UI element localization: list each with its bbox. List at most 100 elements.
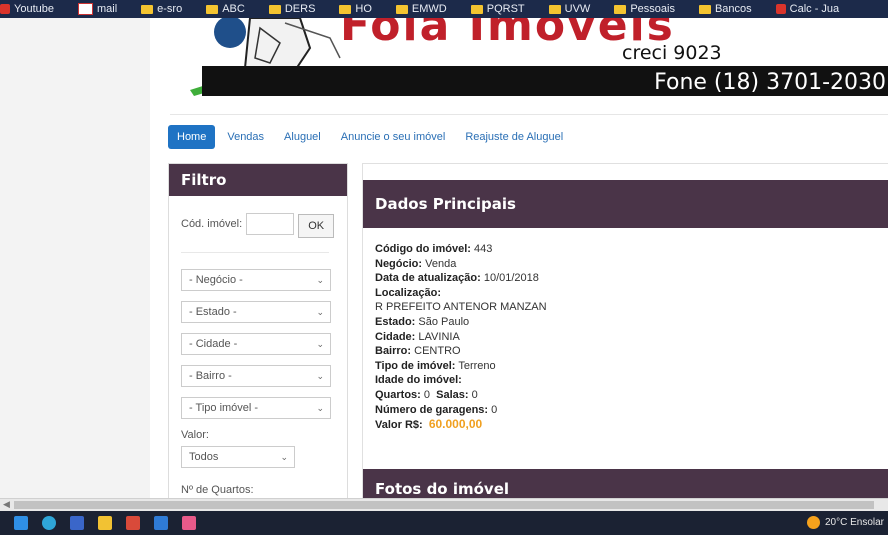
nav-vendas[interactable]: Vendas xyxy=(219,126,272,148)
price-value: 60.000,00 xyxy=(428,417,483,432)
folder-icon xyxy=(206,4,219,14)
site-header: Fola Imóveis creci 9023 Fone (18) 3701-2… xyxy=(170,18,888,100)
start-icon[interactable] xyxy=(14,516,28,530)
main-panel: Dados Principais Código do imóvel: 443 N… xyxy=(362,163,888,498)
bairro-select[interactable]: - Bairro - ⌄ xyxy=(181,365,331,387)
cidade-value: LAVINIA xyxy=(418,330,460,343)
calc-icon xyxy=(775,4,786,14)
bookmark-pqrst[interactable]: PQRST xyxy=(470,3,525,15)
quartos-label: Quartos: xyxy=(375,388,421,401)
chevron-down-icon: ⌄ xyxy=(280,452,288,462)
chrome-icon[interactable] xyxy=(126,516,140,530)
folder-icon xyxy=(470,4,483,14)
left-gutter xyxy=(0,18,150,498)
filter-panel: Filtro Cód. imóvel: OK - Negócio - ⌄ - Es… xyxy=(168,163,348,498)
bairro-label: Bairro: xyxy=(375,345,412,358)
valor-label: Valor R$: xyxy=(375,419,423,432)
valor-label: Valor: xyxy=(181,429,209,441)
header-divider xyxy=(170,114,888,115)
negocio-select-value: - Negócio - xyxy=(189,274,243,286)
sun-icon xyxy=(806,516,820,529)
filter-divider xyxy=(181,252,329,253)
bookmark-calc[interactable]: Calc - Jua xyxy=(775,3,839,15)
weather-text[interactable]: 20°C Ensolar xyxy=(825,517,884,528)
bookmark-pessoais[interactable]: Pessoais xyxy=(614,3,675,15)
folder-icon xyxy=(339,4,352,14)
estado-value: São Paulo xyxy=(418,315,470,328)
estado-label: Estado: xyxy=(375,315,416,328)
fotos-title: Fotos do imóvel xyxy=(363,469,888,498)
bookmark-ders[interactable]: DERS xyxy=(268,3,315,15)
valor-select-value: Todos xyxy=(189,451,219,463)
atualizacao-row: Data de atualização: 10/01/2018 xyxy=(375,271,547,286)
calculator-icon[interactable] xyxy=(70,516,84,530)
nav-anuncie[interactable]: Anuncie o seu imóvel xyxy=(333,126,454,148)
folder-icon xyxy=(268,4,281,14)
tipo-value: Terreno xyxy=(458,359,496,372)
horizontal-scrollbar[interactable]: ◀ xyxy=(0,498,888,511)
nav-home[interactable]: Home xyxy=(168,125,216,149)
localizacao-row: Localização: xyxy=(375,286,547,301)
atualizacao-label: Data de atualização: xyxy=(375,272,481,285)
idade-label: Idade do imóvel: xyxy=(375,374,462,387)
garagens-value: 0 xyxy=(491,403,498,416)
bookmark-emwd[interactable]: EMWD xyxy=(395,3,447,15)
valor-select[interactable]: Todos ⌄ xyxy=(181,446,295,468)
nav-aluguel[interactable]: Aluguel xyxy=(276,126,329,148)
folder-icon[interactable] xyxy=(98,516,112,530)
garagens-label: Número de garagens: xyxy=(375,403,489,416)
idade-row: Idade do imóvel: xyxy=(375,373,547,388)
codigo-value: 443 xyxy=(474,243,493,255)
bookmark-uvw[interactable]: UVW xyxy=(548,3,590,15)
bookmarks-bar: Youtube mail e-sro ABC DERS HO EMWD PQRS… xyxy=(0,0,888,18)
youtube-icon xyxy=(0,4,10,14)
atualizacao-value: 10/01/2018 xyxy=(483,272,539,285)
bookmark-e-sro[interactable]: e-sro xyxy=(141,3,182,15)
cidade-select-value: - Cidade - xyxy=(189,338,238,350)
page: Fola Imóveis creci 9023 Fone (18) 3701-2… xyxy=(150,18,888,498)
creci-text: creci 9023 xyxy=(622,42,722,64)
tipo-row: Tipo de imóvel: Terreno xyxy=(375,359,547,374)
negocio-select[interactable]: - Negócio - ⌄ xyxy=(181,269,331,291)
taskbar: 20°C Ensolar xyxy=(0,511,888,535)
bairro-value: CENTRO xyxy=(414,345,461,358)
word-icon[interactable] xyxy=(154,516,168,530)
estado-select[interactable]: - Estado - ⌄ xyxy=(181,301,331,323)
bairro-select-value: - Bairro - xyxy=(189,370,232,382)
folder-icon xyxy=(395,4,408,14)
salas-label: Salas: xyxy=(436,388,469,401)
folder-icon xyxy=(698,4,711,14)
scroll-left-icon[interactable]: ◀ xyxy=(3,499,10,510)
valor-row: Valor R$: 60.000,00 xyxy=(375,417,547,433)
folder-icon xyxy=(548,4,561,14)
ok-button[interactable]: OK xyxy=(298,214,335,238)
edge-icon[interactable] xyxy=(42,516,56,530)
chevron-down-icon: ⌄ xyxy=(316,371,324,381)
endereco-row: R PREFEITO ANTENOR MANZAN xyxy=(375,301,547,314)
quartos-salas-row: Quartos: 0 Salas: 0 xyxy=(375,388,547,403)
cod-input[interactable] xyxy=(246,213,295,235)
chevron-down-icon: ⌄ xyxy=(316,339,324,349)
cod-label: Cód. imóvel: xyxy=(181,218,243,230)
system-tray: 20°C Ensolar xyxy=(806,516,884,529)
tipo-label: Tipo de imóvel: xyxy=(375,359,456,372)
scroll-thumb[interactable] xyxy=(14,501,874,509)
chevron-down-icon: ⌄ xyxy=(316,403,324,413)
cidade-select[interactable]: - Cidade - ⌄ xyxy=(181,333,331,355)
bookmark-bancos[interactable]: Bancos xyxy=(698,3,752,15)
bookmark-youtube[interactable]: Youtube xyxy=(0,3,54,15)
bookmark-mail[interactable]: mail xyxy=(77,3,117,15)
localizacao-label: Localização: xyxy=(375,286,442,299)
folder-icon xyxy=(141,4,154,14)
bookmark-abc[interactable]: ABC xyxy=(206,3,245,15)
codigo-row: Código do imóvel: 443 xyxy=(375,242,547,257)
tipo-select[interactable]: - Tipo imóvel - ⌄ xyxy=(181,397,331,419)
bookmark-ho[interactable]: HO xyxy=(339,3,372,15)
codigo-label: Código do imóvel: xyxy=(375,243,471,255)
paint-icon[interactable] xyxy=(182,516,196,530)
nav-reajuste[interactable]: Reajuste de Aluguel xyxy=(457,126,571,148)
chevron-down-icon: ⌄ xyxy=(316,307,324,317)
filter-title: Filtro xyxy=(169,164,347,196)
cidade-label: Cidade: xyxy=(375,330,416,343)
tipo-select-value: - Tipo imóvel - xyxy=(189,402,259,414)
